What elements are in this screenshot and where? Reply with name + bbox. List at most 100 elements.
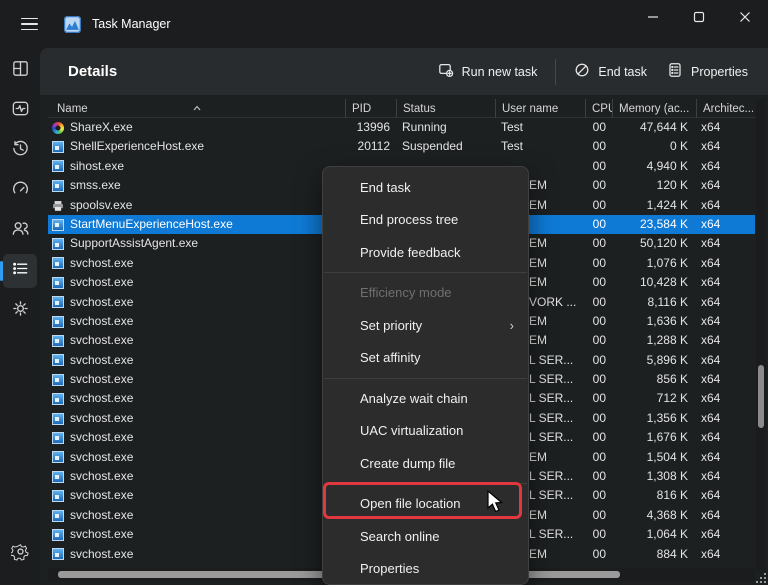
menu-item-end-process-tree[interactable]: End process tree (323, 204, 528, 237)
context-menu: End task End process tree Provide feedback… (322, 166, 529, 585)
cell-cpu: 00 (592, 139, 606, 154)
maximize-button[interactable] (676, 0, 722, 34)
properties-button[interactable]: Properties (657, 56, 758, 87)
sidebar-item-startup-apps[interactable] (3, 174, 37, 208)
cell-memory: 816 K (656, 488, 688, 503)
process-name: svchost.exe (70, 546, 134, 561)
menu-item-search-online[interactable]: Search online (323, 520, 528, 553)
sidebar-item-settings[interactable] (3, 537, 37, 571)
window-app-icon (52, 218, 64, 231)
cell-cpu: 00 (592, 313, 606, 328)
sidebar-item-performance[interactable] (3, 94, 37, 128)
sidebar-item-app-history[interactable] (3, 134, 37, 168)
cell-cpu: 00 (592, 236, 606, 251)
cell-name: svchost.exe (48, 448, 345, 467)
window-app-icon (52, 257, 64, 270)
task-manager-window: Task Manager Details Run new task End tas… (0, 0, 768, 585)
cell-memory: 884 K (656, 546, 688, 561)
menu-item-create-dump-file[interactable]: Create dump file (323, 447, 528, 480)
column-header-cpu[interactable]: CPU (585, 99, 612, 118)
menu-item-set-affinity[interactable]: Set affinity (323, 342, 528, 375)
cell-architecture: x64 (701, 333, 721, 348)
cell-memory: 856 K (656, 372, 688, 387)
menu-item-analyze-wait-chain[interactable]: Analyze wait chain (323, 382, 528, 415)
window-app-icon (52, 276, 64, 289)
process-name: svchost.exe (70, 488, 134, 503)
cell-cpu: 00 (592, 449, 606, 464)
table-row[interactable]: ShellExperienceHost.exe 20112 Suspended Tes… (48, 137, 755, 156)
cell-memory: 120 K (656, 178, 688, 193)
performance-icon (11, 99, 30, 123)
menu-item-uac-virtualization[interactable]: UAC virtualization (323, 415, 528, 448)
column-label: Name (57, 103, 88, 115)
column-label: Architec... (703, 103, 755, 115)
window-app-icon (52, 509, 64, 522)
cell-name: svchost.exe (48, 545, 345, 564)
process-name: svchost.exe (70, 449, 134, 464)
menu-item-open-file-location[interactable]: Open file location (323, 488, 528, 521)
cell-cpu: 00 (592, 488, 606, 503)
cell-memory: 10,428 K (639, 275, 688, 290)
cell-name: StartMenuExperienceHost.exe (48, 215, 345, 234)
vertical-scrollbar-thumb[interactable] (758, 365, 764, 428)
cell-architecture: x64 (701, 469, 721, 484)
column-header-pid[interactable]: PID (345, 99, 396, 118)
menu-item-provide-feedback[interactable]: Provide feedback (323, 236, 528, 269)
button-label: End task (598, 64, 648, 79)
sort-ascending-icon (193, 99, 201, 118)
sharex-app-icon (52, 121, 64, 134)
close-button[interactable] (722, 0, 768, 34)
menu-item-end-task[interactable]: End task (323, 171, 528, 204)
cell-cpu: 00 (592, 158, 606, 173)
cell-architecture: x64 (701, 158, 721, 173)
startup-apps-icon (11, 179, 30, 203)
cell-name: svchost.exe (48, 506, 345, 525)
cell-memory: 5,896 K (646, 352, 688, 367)
toolbar-separator (555, 58, 557, 85)
cell-architecture: x64 (701, 236, 721, 251)
navigation-menu-button[interactable] (12, 9, 46, 39)
column-header-user-name[interactable]: User name (495, 99, 585, 118)
end-task-button[interactable]: End task (564, 56, 657, 87)
titlebar: Task Manager (0, 0, 768, 48)
cell-name: svchost.exe (48, 331, 345, 350)
column-header-status[interactable]: Status (396, 99, 495, 118)
vertical-scrollbar[interactable] (756, 99, 766, 570)
resize-grip[interactable] (754, 571, 767, 584)
cell-memory: 1,356 K (646, 410, 688, 425)
cell-architecture: x64 (701, 410, 721, 425)
menu-item-label: UAC virtualization (360, 423, 464, 439)
cell-name: sihost.exe (48, 157, 345, 176)
menu-item-label: Open file location (360, 496, 461, 512)
sidebar-item-users[interactable] (3, 214, 37, 248)
sidebar-item-processes[interactable] (3, 54, 37, 88)
menu-item-set-priority[interactable]: Set priority › (323, 309, 528, 342)
minimize-button[interactable] (630, 0, 676, 34)
page-title: Details (68, 63, 118, 80)
sidebar-item-services[interactable] (3, 294, 37, 328)
cell-name: svchost.exe (48, 409, 345, 428)
cell-memory: 0 K (669, 139, 688, 154)
column-header-architec[interactable]: Architec... (696, 99, 755, 118)
cell-cpu: 00 (592, 391, 606, 406)
menu-item-label: End process tree (360, 212, 459, 228)
cell-architecture: x64 (701, 178, 721, 193)
cell-name: svchost.exe (48, 312, 345, 331)
run-new-task-button[interactable]: Run new task (428, 56, 548, 87)
process-name: svchost.exe (70, 372, 134, 387)
cell-cpu: 00 (592, 430, 606, 445)
printer-icon (52, 199, 64, 212)
properties-icon (667, 62, 683, 81)
column-header-memory-ac[interactable]: Memory (ac... (612, 99, 696, 118)
column-header-name[interactable]: Name (48, 99, 345, 118)
menu-item-properties[interactable]: Properties (323, 553, 528, 585)
cell-cpu: 00 (592, 469, 606, 484)
cell-memory: 1,288 K (646, 333, 688, 348)
sidebar-item-details[interactable] (0, 254, 37, 288)
cell-name: spoolsv.exe (48, 196, 345, 215)
cell-architecture: x64 (701, 449, 721, 464)
cell-cpu: 00 (592, 372, 606, 387)
menu-item-efficiency-mode: Efficiency mode (323, 277, 528, 310)
cell-cpu: 00 (592, 216, 606, 231)
table-row[interactable]: ShareX.exe 13996 Running Test 00 47,644 K x64 (48, 118, 755, 137)
